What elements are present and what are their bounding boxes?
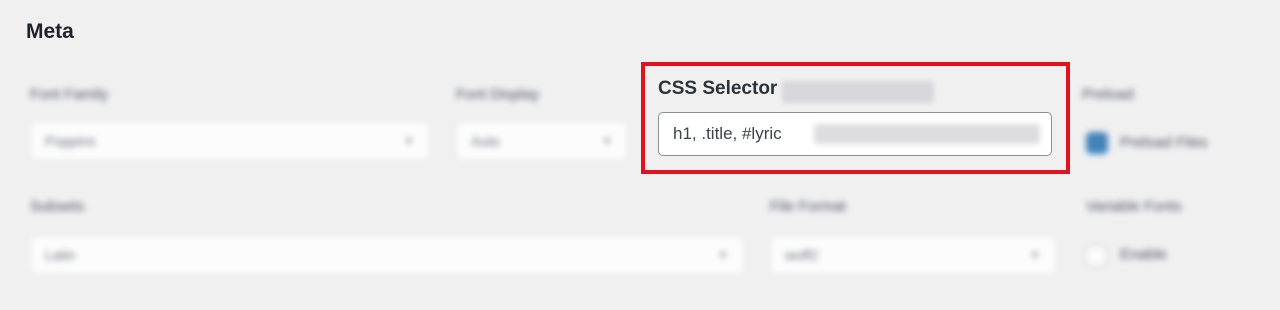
- font-family-select[interactable]: Poppins ▼: [30, 121, 430, 161]
- file-format-select[interactable]: woff2 ▼: [770, 235, 1056, 275]
- font-display-select[interactable]: Auto ▼: [456, 121, 628, 161]
- variable-fonts-checkbox-label: Enable: [1120, 246, 1167, 263]
- preload-checkbox-label: Preload Files: [1120, 134, 1208, 151]
- subsets-value: Latin: [45, 247, 76, 263]
- preload-label: Preload: [1082, 86, 1134, 103]
- font-display-label: Font Display: [456, 86, 540, 103]
- chevron-down-icon: ▼: [601, 134, 613, 148]
- chevron-down-icon: ▼: [1029, 248, 1041, 262]
- subsets-select[interactable]: Latin ▼: [30, 235, 744, 275]
- css-selector-hint: [782, 81, 934, 103]
- css-selector-label: CSS Selector: [658, 78, 778, 99]
- chevron-down-icon: ▼: [403, 134, 415, 148]
- file-format-label: File Format: [770, 198, 846, 215]
- section-title: Meta: [26, 20, 74, 43]
- variable-fonts-label: Variable Fonts: [1086, 198, 1182, 215]
- chevron-down-icon: ▼: [717, 248, 729, 262]
- font-display-value: Auto: [471, 133, 500, 149]
- variable-fonts-checkbox[interactable]: [1086, 246, 1106, 266]
- file-format-value: woff2: [785, 247, 819, 263]
- subsets-label: Subsets: [30, 198, 85, 215]
- font-family-value: Poppins: [45, 133, 96, 149]
- font-family-label: Font Family: [30, 86, 109, 103]
- css-selector-input-overflow: [814, 124, 1040, 144]
- preload-checkbox[interactable]: [1086, 132, 1108, 154]
